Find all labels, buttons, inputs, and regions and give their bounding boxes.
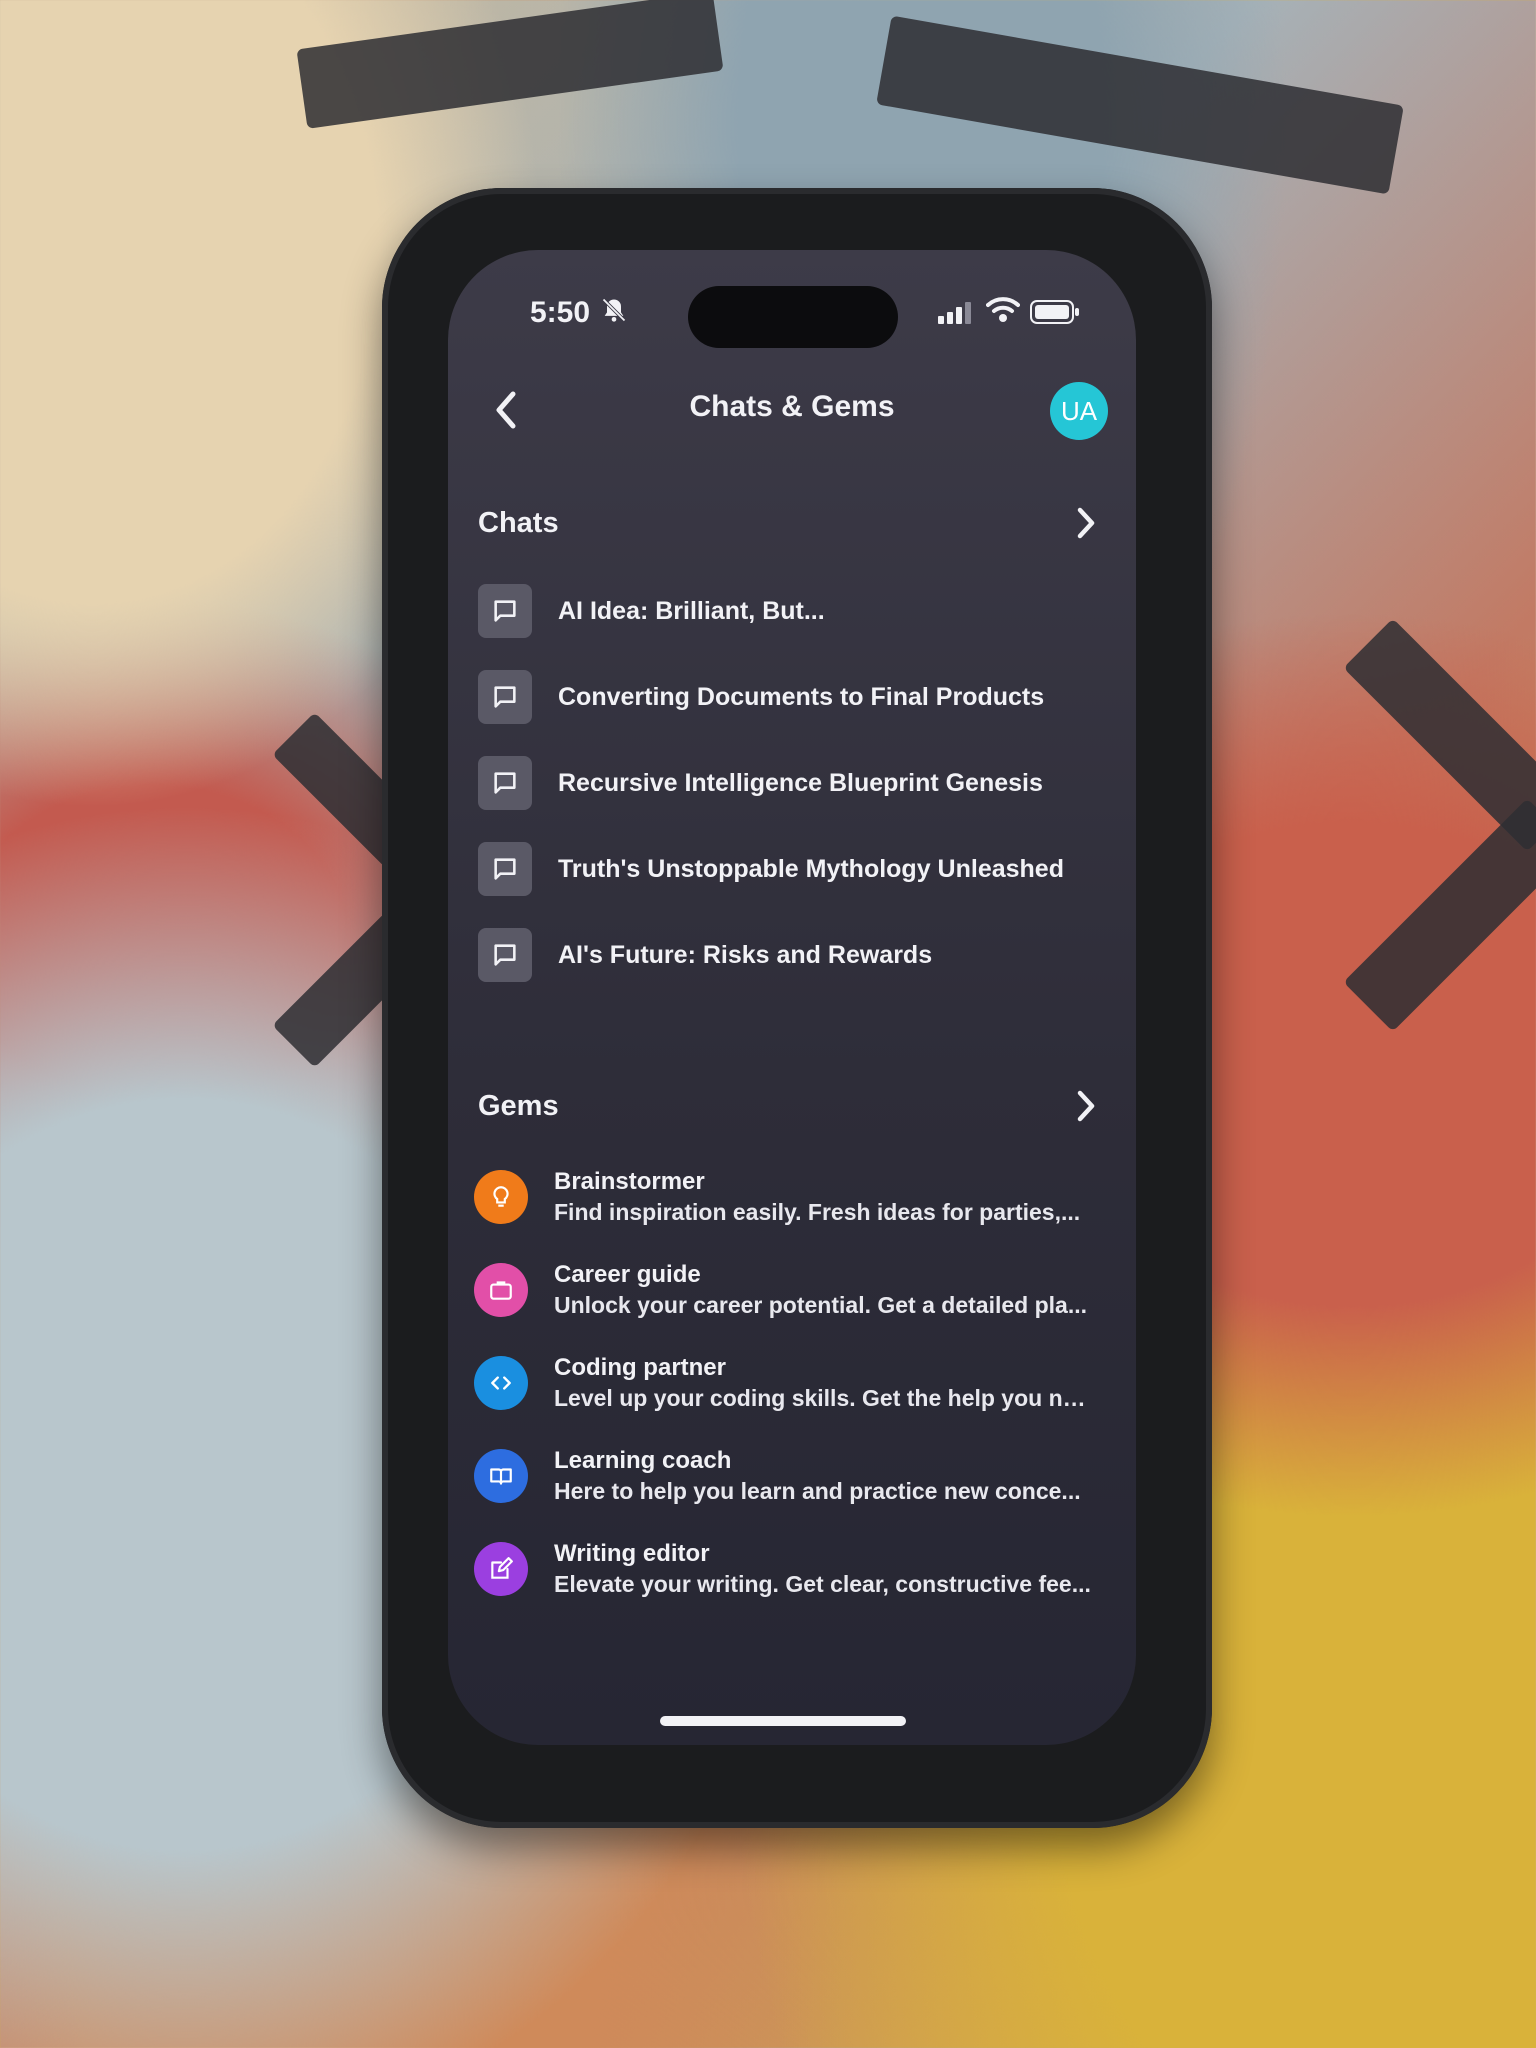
gem-text: Brainstormer Find inspiration easily. Fr… xyxy=(554,1167,1094,1227)
gem-description: Elevate your writing. Get clear, constru… xyxy=(554,1570,1091,1597)
gem-item-brainstormer[interactable]: Brainstormer Find inspiration easily. Fr… xyxy=(474,1150,1114,1243)
chat-item[interactable]: AI Idea: Brilliant, But... xyxy=(478,568,1118,654)
gem-description: Here to help you learn and practice new … xyxy=(554,1477,1081,1504)
gem-text: Learning coach Here to help you learn an… xyxy=(554,1446,1094,1506)
status-bar: 5:50 xyxy=(448,250,1136,348)
gem-name: Learning coach xyxy=(554,1446,732,1474)
briefcase-icon xyxy=(474,1262,528,1317)
chat-item-label: Truth's Unstoppable Mythology Unleashed xyxy=(558,854,1064,883)
chat-item-label: AI's Future: Risks and Rewards xyxy=(558,940,933,969)
gem-name: Brainstormer xyxy=(554,1167,705,1195)
battery-icon xyxy=(1030,300,1080,329)
bell-off-icon xyxy=(600,296,628,324)
chat-bubble-icon xyxy=(478,928,532,982)
chat-bubble-icon xyxy=(478,756,532,810)
gem-description: Level up your coding skills. Get the hel… xyxy=(554,1384,1094,1411)
phone-screen: 5:50 Chats & Gems UA Chats AI Idea: Bril… xyxy=(448,250,1136,1745)
page-title: Chats & Gems xyxy=(689,390,895,423)
gem-text: Career guide Unlock your career potentia… xyxy=(554,1260,1094,1320)
chat-item-label: Converting Documents to Final Products xyxy=(558,682,1045,711)
chats-section-header[interactable]: Chats xyxy=(478,495,1106,551)
fabric-pattern xyxy=(1343,798,1536,1032)
gem-text: Coding partner Level up your coding skil… xyxy=(554,1353,1094,1413)
fabric-pattern xyxy=(876,15,1404,195)
gem-item-coding-partner[interactable]: Coding partner Level up your coding skil… xyxy=(474,1336,1114,1429)
book-icon xyxy=(474,1448,528,1503)
gem-description: Unlock your career potential. Get a deta… xyxy=(554,1291,1087,1318)
chat-item[interactable]: Truth's Unstoppable Mythology Unleashed xyxy=(478,826,1118,912)
gem-item-career-guide[interactable]: Career guide Unlock your career potentia… xyxy=(474,1243,1114,1336)
gem-item-writing-editor[interactable]: Writing editor Elevate your writing. Get… xyxy=(474,1522,1114,1615)
chat-list: AI Idea: Brilliant, But... Converting Do… xyxy=(478,568,1118,998)
signal-icon xyxy=(938,302,974,329)
chevron-right-icon[interactable] xyxy=(1066,1086,1106,1126)
chat-bubble-icon xyxy=(478,670,532,724)
gem-name: Writing editor xyxy=(554,1539,710,1567)
status-time: 5:50 xyxy=(530,296,591,329)
home-indicator[interactable] xyxy=(660,1716,906,1726)
gem-name: Career guide xyxy=(554,1260,701,1288)
gem-list: Brainstormer Find inspiration easily. Fr… xyxy=(474,1150,1114,1615)
wifi-icon xyxy=(986,296,1020,329)
chat-item[interactable]: AI's Future: Risks and Rewards xyxy=(478,912,1118,998)
chat-item-label: Recursive Intelligence Blueprint Genesis xyxy=(558,768,1043,797)
fabric-pattern xyxy=(296,0,724,129)
chat-bubble-icon xyxy=(478,584,532,638)
code-icon xyxy=(474,1355,528,1410)
gems-section-header[interactable]: Gems xyxy=(478,1078,1106,1134)
chevron-right-icon[interactable] xyxy=(1066,503,1106,543)
gem-item-learning-coach[interactable]: Learning coach Here to help you learn an… xyxy=(474,1429,1114,1522)
chat-item-label: AI Idea: Brilliant, But... xyxy=(558,596,825,625)
chat-bubble-icon xyxy=(478,842,532,896)
edit-icon xyxy=(474,1541,528,1596)
chat-item[interactable]: Recursive Intelligence Blueprint Genesis xyxy=(478,740,1118,826)
dynamic-island xyxy=(688,286,898,348)
lightbulb-icon xyxy=(474,1169,528,1224)
gem-text: Writing editor Elevate your writing. Get… xyxy=(554,1539,1094,1599)
gem-description: Find inspiration easily. Fresh ideas for… xyxy=(554,1198,1081,1225)
avatar[interactable]: UA xyxy=(1050,382,1108,440)
chat-item[interactable]: Converting Documents to Final Products xyxy=(478,654,1118,740)
chats-section-title: Chats xyxy=(478,506,559,539)
gems-section-title: Gems xyxy=(478,1089,559,1122)
gem-name: Coding partner xyxy=(554,1353,726,1381)
